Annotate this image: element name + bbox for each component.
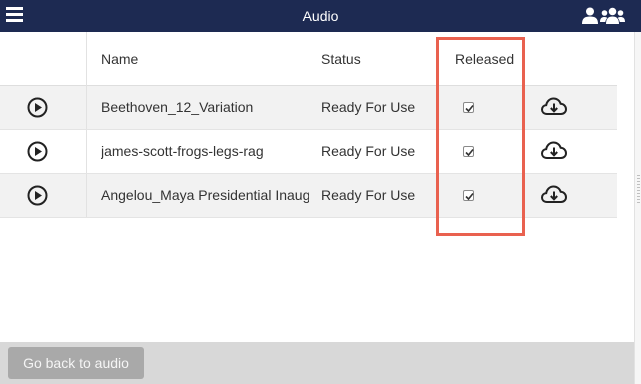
table-row: james-scott-frogs-legs-rag Ready For Use: [0, 130, 617, 174]
table-row: Beethoven_12_Variation Ready For Use: [0, 86, 617, 130]
cloud-download-icon[interactable]: [541, 185, 567, 205]
released-checkbox[interactable]: [463, 146, 474, 157]
user-icon[interactable]: [582, 7, 598, 24]
page-title: Audio: [302, 8, 339, 24]
resize-grip[interactable]: [637, 175, 640, 205]
column-header-released[interactable]: Released: [455, 32, 514, 86]
audio-table: Name Status Released Beethoven_12_Variat…: [0, 32, 617, 218]
column-divider: [86, 174, 87, 217]
cloud-download-icon[interactable]: [541, 141, 567, 161]
checkmark-icon: [465, 148, 474, 157]
cloud-download-icon[interactable]: [541, 97, 567, 117]
scroll-track[interactable]: [634, 32, 641, 384]
audio-name: Angelou_Maya Presidential Inaugural Poem: [101, 187, 309, 203]
column-divider: [86, 86, 87, 129]
column-divider: [86, 130, 87, 173]
go-back-button[interactable]: Go back to audio: [8, 347, 144, 379]
column-divider: [86, 32, 87, 86]
checkmark-icon: [465, 192, 474, 201]
checkmark-icon: [465, 104, 474, 113]
play-icon[interactable]: [27, 97, 48, 118]
audio-name: james-scott-frogs-legs-rag: [101, 143, 264, 159]
footer-bar: Go back to audio: [0, 342, 634, 384]
top-bar: Audio: [0, 0, 641, 32]
released-checkbox[interactable]: [463, 190, 474, 201]
table-header: Name Status Released: [0, 32, 617, 86]
play-icon[interactable]: [27, 185, 48, 206]
audio-status: Ready For Use: [321, 143, 416, 159]
released-checkbox[interactable]: [463, 102, 474, 113]
column-header-name[interactable]: Name: [101, 32, 138, 86]
users-group-icon[interactable]: [600, 7, 625, 24]
column-header-status[interactable]: Status: [321, 32, 361, 86]
table-row: Angelou_Maya Presidential Inaugural Poem…: [0, 174, 617, 218]
audio-status: Ready For Use: [321, 187, 416, 203]
play-icon[interactable]: [27, 141, 48, 162]
audio-name: Beethoven_12_Variation: [101, 99, 254, 115]
audio-status: Ready For Use: [321, 99, 416, 115]
